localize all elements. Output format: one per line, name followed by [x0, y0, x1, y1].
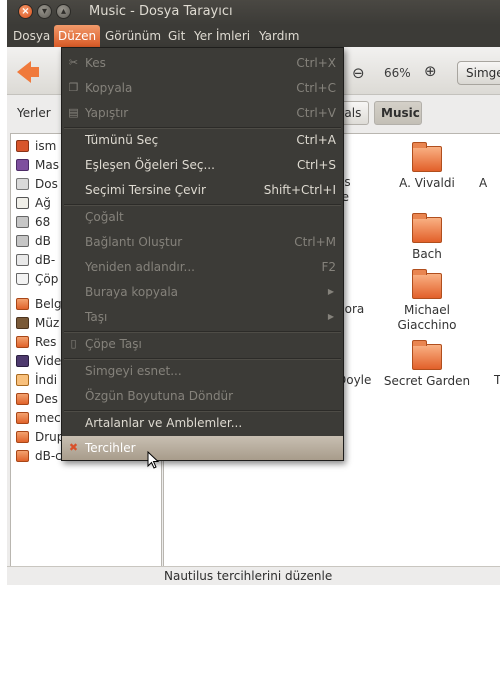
folder-label: A. Vivaldi	[399, 176, 455, 190]
folder-label: T	[494, 373, 500, 387]
menu-item-move-to[interactable]: Taşı ▶	[62, 305, 343, 329]
sidebar-item-label: Des	[35, 392, 58, 406]
menu-item-backgrounds[interactable]: Artalanlar ve Amblemler...	[62, 411, 343, 435]
video-folder-icon	[16, 355, 29, 367]
status-bar: Nautilus tercihlerini düzenle	[7, 566, 500, 585]
sidebar-item-label: Çöp	[35, 272, 59, 286]
copy-icon: ❐	[68, 81, 79, 94]
paste-icon: ▤	[68, 106, 79, 119]
sidebar-item-label: Vide	[35, 354, 62, 368]
menu-bar: Dosya Düzen Görünüm Git Yer İmleri Yardı…	[7, 25, 500, 47]
folder-icon	[412, 142, 442, 172]
menu-edit[interactable]: Düzen	[54, 25, 101, 47]
harddisk-icon	[16, 216, 29, 228]
downloads-folder-icon	[16, 374, 29, 386]
minimize-icon: ▾	[41, 5, 48, 17]
network-icon	[16, 197, 29, 209]
menu-item-rename[interactable]: Yeniden adlandır... F2	[62, 255, 343, 279]
filesystem-icon	[16, 178, 29, 190]
music-folder-icon	[16, 317, 29, 329]
sidebar-item-label: 68	[35, 215, 51, 229]
folder-label: A	[479, 176, 488, 190]
menu-file[interactable]: Dosya	[9, 25, 54, 47]
zoom-in-icon[interactable]: ⊕	[424, 62, 437, 80]
folder-item[interactable]: A. Vivaldi	[381, 142, 473, 191]
trash-icon	[16, 273, 29, 285]
menu-item-stretch-icon[interactable]: Simgeyi esnet...	[62, 359, 343, 383]
sidebar-item-label: dB-	[35, 253, 56, 267]
trash-icon: ▯	[70, 337, 77, 350]
preferences-tools-icon: ✖	[68, 441, 79, 454]
menu-item-restore-icon[interactable]: Özgün Boyutuna Döndür	[62, 384, 343, 408]
sidebar-item-label: Dos	[35, 177, 58, 191]
zoom-level: 66%	[384, 66, 411, 80]
folder-icon	[412, 269, 442, 299]
sidebar-item-label: Müz	[35, 316, 60, 330]
sidebar-item-label: Ağ	[35, 196, 51, 210]
folder-item[interactable]: Michael Giacchino	[381, 269, 473, 333]
close-icon: ×	[21, 5, 30, 17]
folder-item[interactable]: Bach	[381, 213, 473, 262]
menu-help[interactable]: Yardım	[255, 25, 303, 47]
maximize-icon: ▴	[60, 5, 67, 17]
sidebar-item-label: Belg	[35, 297, 62, 311]
maximize-window-button[interactable]: ▴	[56, 4, 71, 19]
sidebar-item-label: ism	[35, 139, 57, 153]
sidebar-item-label: Res	[35, 335, 57, 349]
sidebar-item-label: dB	[35, 234, 51, 248]
menu-item-make-link[interactable]: Bağlantı Oluştur Ctrl+M	[62, 230, 343, 254]
file-manager-window: × ▾ ▴ Music - Dosya Tarayıcı Dosya Düzen…	[7, 0, 500, 585]
folder-label: Michael	[404, 303, 450, 317]
view-mode-button[interactable]: Simge	[457, 61, 500, 85]
sidebar-item-label: İndi	[35, 373, 58, 387]
desktop-icon	[16, 159, 29, 171]
folder-icon	[16, 450, 29, 462]
folder-icon	[16, 298, 29, 310]
sidebar-item-label: mec	[35, 411, 61, 425]
folder-item[interactable]: T	[494, 373, 500, 388]
submenu-arrow-icon: ▶	[327, 287, 334, 296]
home-folder-icon	[16, 140, 29, 152]
menu-item-invert-selection[interactable]: Seçimi Tersine Çevir Shift+Ctrl+I	[62, 178, 343, 202]
edit-menu-dropdown: ✂ Kes Ctrl+X ❐ Kopyala Ctrl+C ▤ Yapıştır Ctrl+…	[61, 47, 344, 461]
window-title: Music - Dosya Tarayıcı	[89, 4, 233, 19]
menu-item-paste[interactable]: ▤ Yapıştır Ctrl+V	[62, 101, 343, 125]
menu-bookmarks[interactable]: Yer İmleri	[190, 25, 254, 47]
folder-icon	[16, 412, 29, 424]
status-text: Nautilus tercihlerini düzenle	[164, 569, 333, 583]
places-label[interactable]: Yerler	[17, 106, 51, 120]
folder-item[interactable]: Secret Garden	[381, 340, 473, 389]
folder-label: Secret Garden	[383, 374, 471, 388]
folder-label-line2: Giacchino	[397, 318, 457, 332]
pictures-folder-icon	[16, 336, 29, 348]
menu-item-select-all[interactable]: Tümünü Seç Ctrl+A	[62, 128, 343, 152]
folder-icon	[412, 340, 442, 370]
menu-item-duplicate[interactable]: Çoğalt	[62, 205, 343, 229]
minimize-window-button[interactable]: ▾	[37, 4, 52, 19]
zoom-out-icon[interactable]: ⊖	[352, 64, 365, 82]
menu-item-preferences[interactable]: ✖ Tercihler	[62, 436, 343, 460]
folder-item[interactable]: A	[479, 146, 500, 191]
close-window-button[interactable]: ×	[18, 4, 33, 19]
menu-item-copy[interactable]: ❐ Kopyala Ctrl+C	[62, 76, 343, 100]
breadcrumb-current[interactable]: Music	[374, 101, 422, 125]
sidebar-item-label: Mas	[35, 158, 59, 172]
cut-icon: ✂	[68, 56, 79, 69]
folder-icon	[412, 213, 442, 243]
submenu-arrow-icon: ▶	[327, 312, 334, 321]
menu-item-cut[interactable]: ✂ Kes Ctrl+X	[62, 51, 343, 75]
mouse-cursor-icon	[147, 451, 160, 469]
back-arrow-icon[interactable]	[17, 61, 39, 83]
menu-go[interactable]: Git	[164, 25, 189, 47]
folder-label: Bach	[412, 247, 442, 261]
folder-icon	[16, 431, 29, 443]
menu-item-move-to-trash[interactable]: ▯ Çöpe Taşı	[62, 332, 343, 356]
menu-view[interactable]: Görünüm	[101, 25, 165, 47]
menu-item-copy-to[interactable]: Buraya kopyala ▶	[62, 280, 343, 304]
menu-item-select-pattern[interactable]: Eşleşen Öğeleri Seç... Ctrl+S	[62, 153, 343, 177]
harddisk-icon	[16, 235, 29, 247]
title-bar[interactable]: × ▾ ▴ Music - Dosya Tarayıcı	[7, 0, 500, 25]
folder-icon	[16, 393, 29, 405]
usb-drive-icon	[16, 254, 29, 266]
